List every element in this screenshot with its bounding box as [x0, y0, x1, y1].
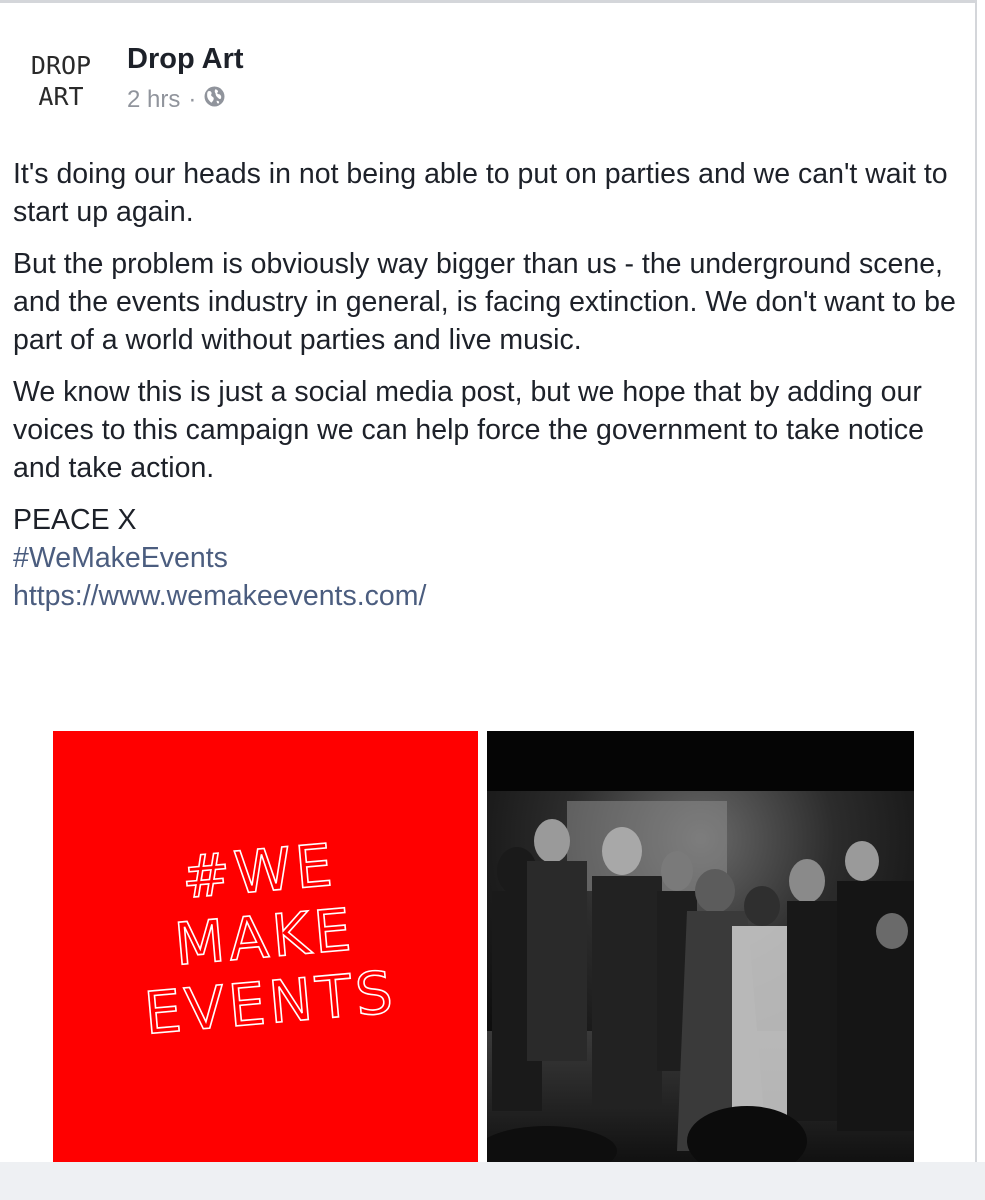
facebook-post: DROP ART Drop Art 2 hrs · It's doing our… — [0, 0, 985, 1200]
party-photo[interactable] — [487, 731, 914, 1162]
campaign-image[interactable]: #WE MAKE EVENTS — [53, 731, 478, 1162]
hashtag-link[interactable]: #WeMakeEvents — [13, 539, 963, 577]
page-name-link[interactable]: Drop Art — [127, 43, 244, 76]
post-paragraph-2: But the problem is obviously way bigger … — [13, 248, 956, 356]
post-paragraph-1: It's doing our heads in not being able t… — [13, 158, 948, 228]
post-body: It's doing our heads in not being able t… — [13, 155, 963, 615]
post-timestamp[interactable]: 2 hrs — [127, 86, 180, 114]
avatar-text-line1: DROP — [30, 51, 92, 80]
crowd-photo-illustration — [487, 731, 914, 1162]
card-top-border — [0, 0, 975, 3]
avatar-text-line2: ART — [38, 82, 84, 111]
card-right-border — [975, 0, 977, 1162]
external-link[interactable]: https://www.wemakeevents.com/ — [13, 577, 963, 615]
page-avatar[interactable]: DROP ART — [16, 36, 106, 126]
meta-separator: · — [188, 86, 197, 113]
post-signoff: PEACE X — [13, 504, 137, 536]
feed-background — [0, 1162, 985, 1200]
we-make-events-graphic: #WE MAKE EVENTS — [53, 731, 478, 1162]
post-paragraph-3: We know this is just a social media post… — [13, 376, 924, 484]
post-meta: 2 hrs · — [127, 86, 225, 114]
globe-icon[interactable] — [204, 86, 225, 114]
